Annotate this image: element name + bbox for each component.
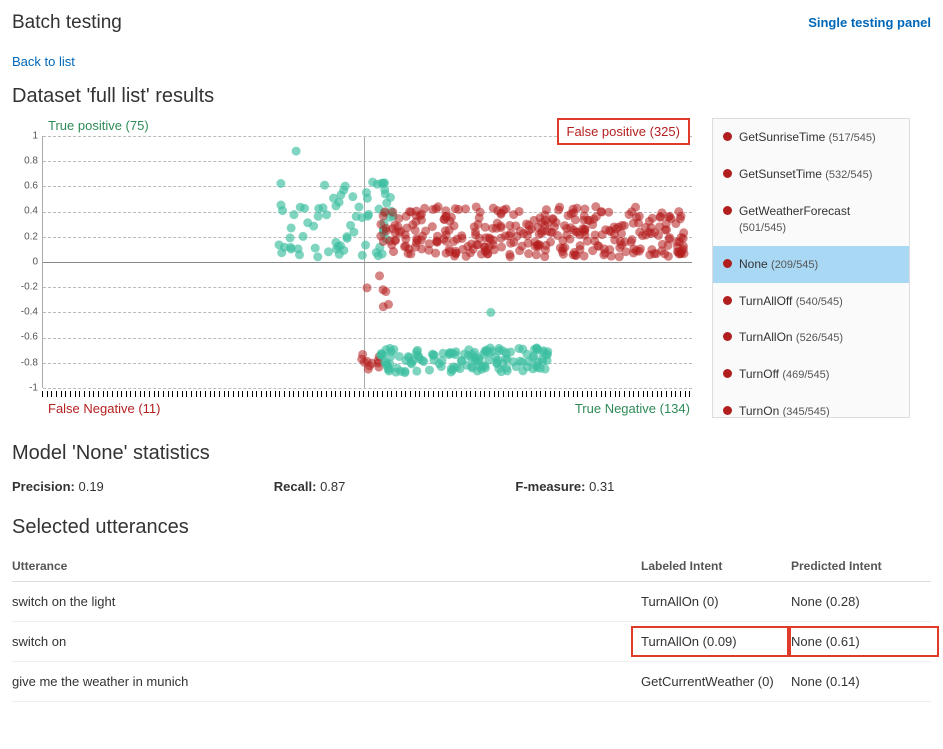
single-testing-link[interactable]: Single testing panel (808, 15, 931, 30)
utterance-table-header: Utterance Labeled Intent Predicted Inten… (12, 549, 931, 582)
intent-item-getsunsettime[interactable]: GetSunsetTime (532/545) (713, 156, 909, 193)
confusion-scatter-chart[interactable]: 1 0.8 0.6 0.4 0.2 0 -0.2 -0.4 -0.6 -0.8 … (12, 118, 692, 418)
utterance-row[interactable]: give me the weather in munich GetCurrentW… (12, 662, 931, 702)
true-negative-label: True Negative (134) (575, 401, 690, 416)
intent-item-none[interactable]: None (209/545) (713, 246, 909, 283)
intent-item-turnallon[interactable]: TurnAllOn (526/545) (713, 319, 909, 356)
utterance-row[interactable]: switch on the light TurnAllOn (0) None (0.… (12, 582, 931, 622)
true-positive-label: True positive (75) (48, 118, 149, 133)
utterance-text: switch on (12, 634, 631, 649)
intent-status-dot-icon (723, 169, 732, 178)
false-positive-label: False positive (325) (557, 118, 690, 145)
false-negative-label: False Negative (11) (48, 401, 161, 416)
intent-item-getsunrisetime[interactable]: GetSunriseTime (517/545) (713, 119, 909, 156)
utterance-row[interactable]: switch on TurnAllOn (0.09) None (0.61) (12, 622, 931, 662)
intent-status-dot-icon (723, 259, 732, 268)
labeled-intent: TurnAllOn (0.09) (641, 634, 781, 649)
intent-item-turnalloff[interactable]: TurnAllOff (540/545) (713, 283, 909, 320)
utterances-heading: Selected utterances (12, 516, 931, 539)
utterance-text: give me the weather in munich (12, 674, 631, 689)
page-title: Batch testing (12, 12, 122, 34)
model-statistics: Precision: 0.19 Recall: 0.87 F-measure: … (12, 479, 931, 494)
results-heading: Dataset 'full list' results (12, 85, 931, 108)
intent-status-dot-icon (723, 369, 732, 378)
intent-item-getweatherforecast[interactable]: GetWeatherForecast (501/545) (713, 193, 909, 246)
intent-status-dot-icon (723, 406, 732, 415)
utterance-text: switch on the light (12, 594, 631, 609)
labeled-intent: GetCurrentWeather (0) (641, 674, 781, 689)
labeled-intent: TurnAllOn (0) (641, 594, 781, 609)
intent-item-turnoff[interactable]: TurnOff (469/545) (713, 356, 909, 393)
intent-item-turnon[interactable]: TurnOn (345/545) (713, 393, 909, 418)
intent-status-dot-icon (723, 206, 732, 215)
stats-heading: Model 'None' statistics (12, 442, 931, 465)
predicted-intent: None (0.14) (791, 674, 931, 689)
intent-status-dot-icon (723, 332, 732, 341)
predicted-intent: None (0.61) (791, 634, 931, 649)
intent-status-dot-icon (723, 296, 732, 305)
predicted-intent: None (0.28) (791, 594, 931, 609)
back-to-list-link[interactable]: Back to list (12, 54, 75, 69)
intent-list-panel[interactable]: GetSunriseTime (517/545)GetSunsetTime (5… (712, 118, 910, 418)
intent-status-dot-icon (723, 132, 732, 141)
